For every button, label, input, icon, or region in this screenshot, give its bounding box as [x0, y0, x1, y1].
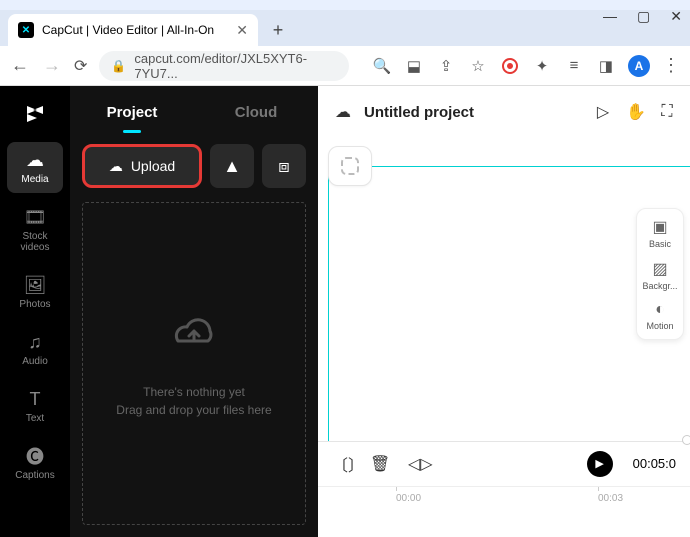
address-bar: ← → ⟳ 🔒 capcut.com/editor/JXL5XYT6-7YU7.…: [0, 46, 690, 86]
tab-project[interactable]: Project: [70, 104, 194, 121]
rail-photos[interactable]: 🖼 Photos: [7, 267, 63, 318]
capcut-logo[interactable]: [21, 98, 49, 126]
play-outline-icon[interactable]: ▷: [594, 102, 612, 122]
zoom-icon[interactable]: 🔍: [372, 56, 392, 76]
dropbox-button[interactable]: ⧈: [262, 144, 306, 188]
selection-tool[interactable]: [328, 146, 372, 186]
timeline-track[interactable]: 00:00 00:03: [318, 486, 690, 537]
upload-label: Upload: [131, 158, 175, 174]
tab-strip: ✕ CapCut | Video Editor | All-In-On ✕ +: [0, 10, 690, 46]
mirror-icon[interactable]: ◁▷: [408, 454, 426, 474]
upload-cloud-icon: ☁: [109, 158, 123, 175]
rail-media[interactable]: ☁ Media: [7, 142, 63, 193]
capcut-favicon: ✕: [18, 22, 34, 38]
close-tab-icon[interactable]: ✕: [236, 22, 248, 39]
tool-motion[interactable]: ◐ Motion: [637, 301, 683, 331]
rail-audio[interactable]: ♫ Audio: [7, 324, 63, 375]
empty-subtitle: Drag and drop your files here: [116, 401, 271, 419]
music-icon: ♫: [28, 332, 42, 352]
captions-icon: 🅒: [26, 446, 44, 466]
url-input[interactable]: 🔒 capcut.com/editor/JXL5XYT6-7YU7...: [99, 51, 349, 81]
play-button[interactable]: ▶: [587, 451, 613, 477]
background-icon: ▨: [652, 259, 667, 279]
forward-button[interactable]: →: [42, 55, 62, 76]
rail-stock-videos[interactable]: 🎞 Stock videos: [7, 199, 63, 261]
tool-basic[interactable]: ▣ Basic: [637, 217, 683, 249]
browser-tab[interactable]: ✕ CapCut | Video Editor | All-In-On ✕: [8, 14, 258, 46]
hand-tool-icon[interactable]: ✋: [626, 102, 644, 122]
canvas-area: ☁ Untitled project ▷ ✋ ⛶ ▣ Basic ▨ Backg: [318, 86, 690, 537]
project-title[interactable]: Untitled project: [364, 104, 474, 121]
window-maximize[interactable]: ▢: [637, 8, 650, 25]
profile-avatar[interactable]: A: [628, 55, 650, 77]
url-text: capcut.com/editor/JXL5XYT6-7YU7...: [134, 51, 337, 81]
time-display: 00:05:0: [633, 456, 676, 471]
window-minimize[interactable]: —: [603, 8, 617, 25]
fullscreen-icon[interactable]: ⛶: [658, 103, 676, 121]
media-panel: Project Cloud ☁ Upload ▲ ⧈ There's nothi…: [70, 86, 318, 537]
tab-title: CapCut | Video Editor | All-In-On: [42, 23, 228, 37]
record-icon[interactable]: [500, 56, 520, 76]
drive-icon: ▲: [223, 156, 241, 177]
install-icon[interactable]: ⬓: [404, 56, 424, 76]
marquee-icon: [341, 157, 359, 175]
rail-text[interactable]: T Text: [7, 381, 63, 432]
nav-rail: ☁ Media 🎞 Stock videos 🖼 Photos ♫ Audio …: [0, 86, 70, 537]
dropbox-icon: ⧈: [278, 156, 289, 177]
image-icon: 🖼: [24, 275, 47, 295]
tick-1: 00:03: [598, 493, 623, 504]
bookmark-icon[interactable]: ☆: [468, 56, 488, 76]
timeline: 〔〕 🗑 ◁▷ ▶ 00:05:0 00:00 00:03: [318, 441, 690, 537]
split-icon[interactable]: 〔〕: [332, 452, 350, 476]
motion-icon: ◐: [655, 301, 665, 319]
basic-icon: ▣: [652, 217, 667, 237]
cloud-icon: ☁: [26, 150, 44, 170]
google-drive-button[interactable]: ▲: [210, 144, 254, 188]
project-cloud-icon: ☁: [332, 101, 354, 123]
back-button[interactable]: ←: [10, 55, 30, 76]
sidepanel-icon[interactable]: ◨: [596, 56, 616, 76]
playlist-icon[interactable]: ≡: [564, 56, 584, 76]
tool-background[interactable]: ▨ Backgr...: [637, 259, 683, 291]
lock-icon: 🔒: [111, 59, 126, 73]
drop-zone[interactable]: There's nothing yet Drag and drop your f…: [82, 202, 306, 525]
tick-0: 00:00: [396, 493, 421, 504]
extensions-icon[interactable]: ✦: [532, 56, 552, 76]
new-tab-button[interactable]: +: [264, 16, 292, 44]
upload-button[interactable]: ☁ Upload: [82, 144, 202, 188]
reload-button[interactable]: ⟳: [74, 56, 87, 76]
delete-icon[interactable]: 🗑: [370, 454, 388, 474]
text-icon: T: [30, 389, 41, 409]
rail-captions[interactable]: 🅒 Captions: [7, 438, 63, 489]
cloud-upload-icon: [166, 309, 222, 365]
empty-title: There's nothing yet: [143, 383, 245, 401]
canvas-header: ☁ Untitled project ▷ ✋ ⛶: [318, 86, 690, 138]
side-toolbar: ▣ Basic ▨ Backgr... ◐ Motion: [636, 208, 684, 340]
window-close[interactable]: ✕: [670, 8, 682, 25]
film-icon: 🎞: [24, 207, 47, 227]
browser-menu-icon[interactable]: ⋮: [662, 55, 680, 76]
tab-cloud[interactable]: Cloud: [194, 104, 318, 121]
share-icon[interactable]: ⇪: [436, 56, 456, 76]
